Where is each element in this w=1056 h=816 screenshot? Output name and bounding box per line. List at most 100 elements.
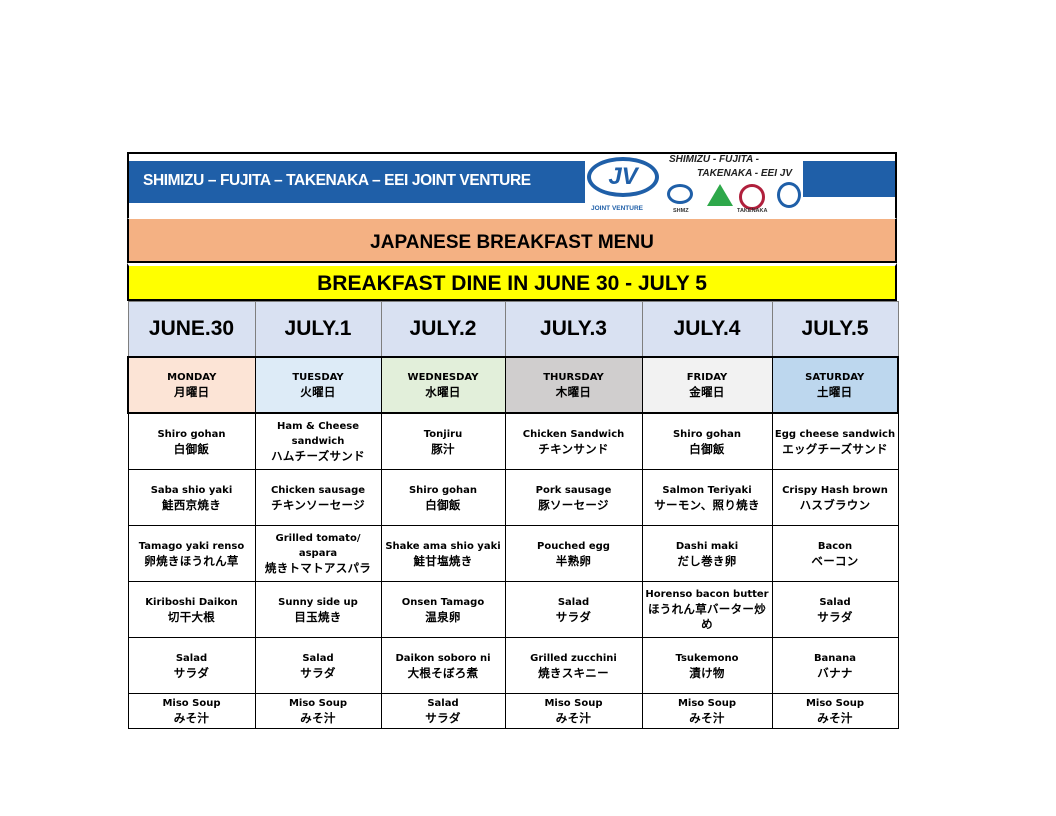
- shimizu-caption: SHMZ: [673, 208, 689, 214]
- menu-item-en: Chicken sausage: [270, 484, 366, 496]
- weekday-jp: 月曜日: [174, 385, 210, 399]
- menu-item-jp: チキンサンド: [538, 441, 609, 456]
- menu-item-en: Miso Soup: [677, 698, 737, 709]
- date-cell: JULY.4: [641, 301, 773, 358]
- menu-item-en: Daikon soboro ni: [395, 652, 491, 664]
- dine-period: BREAKFAST DINE IN JUNE 30 - JULY 5: [317, 271, 707, 295]
- menu-item-jp: 鮭西京焼き: [162, 497, 221, 512]
- logo-line-1: SHIMIZU - FUJITA -: [669, 154, 759, 165]
- menu-item: Shiro gohan 白御飯: [127, 412, 256, 470]
- menu-item-en: Chicken Sandwich: [522, 428, 625, 440]
- menu-item-en: Saba shio yaki: [150, 484, 233, 496]
- menu-title: JAPANESE BREAKFAST MENU: [370, 232, 654, 253]
- menu-item-en: Salad: [557, 596, 590, 608]
- takenaka-logo-icon: [739, 184, 765, 210]
- menu-row: Salad サラダ Salad サラダ Daikon soboro ni 大根そぼろ煮 Gr…: [127, 637, 899, 694]
- menu-item-jp: 焼きスキニー: [538, 665, 609, 680]
- menu-item: Salmon Teriyaki サーモン、照り焼き: [641, 469, 773, 526]
- menu-item: Tonjiru 豚汁: [380, 412, 506, 470]
- menu-item-en: Kiriboshi Daikon: [145, 596, 238, 608]
- menu-item: Daikon soboro ni 大根そぼろ煮: [380, 637, 506, 694]
- menu-item: Salad サラダ: [254, 637, 382, 694]
- menu-item: Sunny side up 目玉焼き: [254, 581, 382, 638]
- menu-item: Miso Soup みそ汁: [254, 693, 382, 729]
- menu-item-en: Egg cheese sandwich: [774, 428, 896, 440]
- menu-item-en: Miso Soup: [162, 698, 221, 709]
- menu-item-jp: 豚ソーセージ: [538, 497, 609, 512]
- menu-item: Miso Soup みそ汁: [127, 693, 256, 729]
- menu-item-en: Bacon: [817, 540, 853, 552]
- menu-item-en: Shake ama shio yaki: [385, 540, 501, 552]
- menu-item-jp: 卵焼きほうれん草: [144, 553, 239, 568]
- menu-item: Miso Soup みそ汁: [504, 693, 643, 729]
- menu-item-en: Shiro gohan: [157, 428, 226, 440]
- menu-item-jp: みそ汁: [173, 711, 210, 725]
- menu-item-en: Crispy Hash brown: [782, 484, 888, 496]
- menu-item: Horenso bacon butter ほうれん草バーター炒め: [641, 581, 773, 638]
- weekday-jp: 水曜日: [425, 385, 461, 399]
- eei-logo-icon: [777, 182, 801, 208]
- weekday-cell: MONDAY 月曜日: [127, 356, 256, 414]
- dine-period-band: BREAKFAST DINE IN JUNE 30 - JULY 5: [127, 263, 897, 301]
- fujita-logo-icon: [707, 184, 733, 206]
- menu-item-jp: ハムチーズサンド: [271, 449, 365, 463]
- menu-item-jp: サラダ: [300, 665, 336, 680]
- menu-item-jp: 大根そぼろ煮: [407, 665, 479, 680]
- header-banner: SHIMIZU – FUJITA – TAKENAKA – EEI JOINT …: [127, 152, 897, 218]
- weekday-en: MONDAY: [167, 372, 217, 383]
- menu-item-jp: サラダ: [817, 609, 853, 624]
- menu-item-jp: 白御飯: [173, 441, 210, 456]
- menu-item: Salad サラダ: [127, 637, 256, 694]
- weekday-en: THURSDAY: [543, 372, 604, 383]
- menu-item-en: Ham & Cheese sandwich: [277, 421, 359, 447]
- menu-item-jp: 切干大根: [167, 609, 216, 624]
- menu-table: JUNE.30 JULY.1 JULY.2 JULY.3 JULY.4 JULY.5 MON…: [127, 301, 899, 729]
- menu-item-jp: サラダ: [173, 665, 210, 680]
- menu-item-jp: バナナ: [817, 665, 853, 680]
- menu-item-en: Onsen Tamago: [401, 596, 485, 608]
- weekday-cell: WEDNESDAY 水曜日: [380, 356, 506, 414]
- menu-item: Miso Soup みそ汁: [641, 693, 773, 729]
- menu-item-jp: だし巻き卵: [677, 553, 737, 568]
- menu-item-jp: 鮭甘塩焼き: [413, 553, 473, 568]
- menu-item-en: Shiro gohan: [672, 428, 742, 440]
- menu-item-en: Salad: [175, 652, 208, 664]
- menu-item-jp: サーモン、照り焼き: [654, 497, 760, 512]
- menu-item-jp: 焼きトマトアスパラ: [264, 561, 372, 575]
- menu-item-en: Salad: [302, 652, 334, 664]
- menu-item-en: Tonjiru: [423, 428, 463, 440]
- date-cell: JULY.2: [380, 301, 506, 358]
- menu-item: Ham & Cheese sandwich ハムチーズサンド: [254, 412, 382, 470]
- org-title: SHIMIZU – FUJITA – TAKENAKA – EEI JOINT …: [143, 172, 531, 189]
- menu-item: Salad サラダ: [771, 581, 899, 638]
- menu-item: Shake ama shio yaki 鮭甘塩焼き: [380, 525, 506, 582]
- menu-item-en: Banana: [813, 652, 857, 664]
- menu-item: Banana バナナ: [771, 637, 899, 694]
- menu-item-en: Dashi maki: [675, 540, 739, 552]
- weekday-cell: TUESDAY 火曜日: [254, 356, 382, 414]
- menu-item-en: Salad: [819, 596, 851, 608]
- menu-row: Miso Soup みそ汁 Miso Soup みそ汁 Salad サラダ Miso Sou…: [127, 693, 899, 729]
- date-cell: JULY.3: [504, 301, 643, 358]
- date-cell: JULY.1: [254, 301, 382, 358]
- menu-item-en: Miso Soup: [544, 698, 603, 709]
- weekday-en: TUESDAY: [292, 372, 344, 383]
- menu-item-en: Shiro gohan: [408, 484, 478, 496]
- joint-venture-logo: JV JOINT VENTURE SHIMIZU - FUJITA - TAKE…: [587, 154, 805, 218]
- menu-item: Tsukemono 漬け物: [641, 637, 773, 694]
- date-cell: JUNE.30: [127, 301, 256, 358]
- menu-item: Pork sausage 豚ソーセージ: [504, 469, 643, 526]
- menu-item-jp: 漬け物: [689, 665, 725, 680]
- menu-row: Kiriboshi Daikon 切干大根 Sunny side up 目玉焼き Ons…: [127, 581, 899, 638]
- menu-item-jp: みそ汁: [555, 711, 592, 725]
- menu-item: Crispy Hash brown ハスブラウン: [771, 469, 899, 526]
- menu-item-en: Salad: [427, 698, 459, 709]
- menu-item-en: Miso Soup: [288, 698, 348, 709]
- date-row: JUNE.30 JULY.1 JULY.2 JULY.3 JULY.4 JULY.5: [127, 301, 899, 358]
- menu-item-jp: 白御飯: [689, 441, 725, 456]
- menu-item-jp: ベーコン: [811, 553, 859, 568]
- menu-item: Dashi maki だし巻き卵: [641, 525, 773, 582]
- weekday-en: SATURDAY: [805, 372, 865, 383]
- menu-item-en: Pouched egg: [537, 540, 610, 552]
- menu-item-jp: 目玉焼き: [294, 609, 342, 624]
